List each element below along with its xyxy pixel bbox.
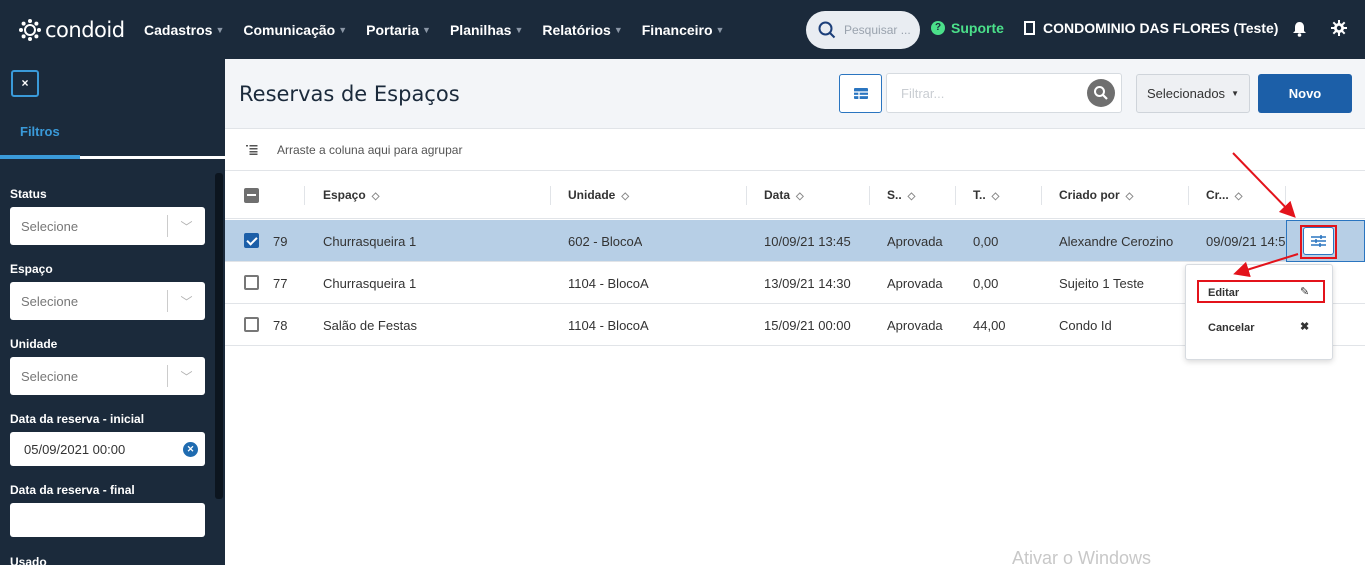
- nav-relatorios[interactable]: Relatórios ▼: [542, 22, 622, 38]
- nav-portaria[interactable]: Portaria ▼: [366, 22, 431, 38]
- close-icon[interactable]: ✖: [1300, 320, 1309, 333]
- row-actions-menu: Editar ✎ Cancelar ✖: [1185, 264, 1333, 360]
- sort-icon: ◇: [1234, 191, 1243, 202]
- clear-date-icon[interactable]: ✕: [183, 441, 198, 457]
- chevron-down-icon: ﹀: [180, 219, 193, 234]
- tab-divider: [80, 156, 225, 159]
- group-panel[interactable]: Arraste a coluna aqui para agrupar: [225, 129, 1365, 171]
- sort-icon: ◇: [1125, 191, 1134, 202]
- tab-active-indicator: [0, 155, 80, 159]
- nav-financeiro[interactable]: Financeiro ▼: [642, 22, 725, 38]
- chevron-down-icon: ▼: [613, 24, 623, 35]
- search-icon: [818, 21, 836, 39]
- help-icon: ?: [931, 21, 945, 35]
- main-content: Reservas de Espaços Filtrar... Seleciona…: [225, 59, 1365, 568]
- logo-text: condoid: [45, 17, 125, 42]
- data-final-label: Data da reserva - final: [10, 483, 135, 497]
- sort-icon: ◇: [621, 191, 630, 202]
- search-icon[interactable]: [1087, 79, 1115, 107]
- condo-name: CONDOMINIO DAS FLORES (Teste): [1043, 20, 1279, 36]
- table-row[interactable]: 79 Churrasqueira 1 602 - BlocoA 10/09/21…: [225, 220, 1365, 262]
- chevron-down-icon: ▼: [215, 24, 225, 35]
- nav-cadastros[interactable]: Cadastros ▼: [144, 22, 224, 38]
- support-link[interactable]: ? Suporte: [931, 20, 1004, 36]
- sort-icon: ◇: [371, 191, 380, 202]
- windows-activation-watermark: Ativar o Windows: [1012, 548, 1152, 568]
- data-inicial-label: Data da reserva - inicial: [10, 412, 145, 426]
- unidade-filter-select[interactable]: Selecione ﹀: [10, 357, 205, 395]
- nav-comunicacao[interactable]: Comunicação ▼: [243, 22, 347, 38]
- search-placeholder: Pesquisar ...: [844, 23, 911, 37]
- table-icon: [853, 88, 868, 99]
- row-checkbox[interactable]: [244, 275, 259, 290]
- sort-icon: ◇: [907, 191, 916, 202]
- annotation-box-actions: [1300, 225, 1337, 259]
- global-search-input[interactable]: Pesquisar ...: [806, 11, 920, 49]
- annotation-box-editar: [1197, 280, 1325, 303]
- chevron-down-icon: ﹀: [180, 294, 193, 309]
- col-criado-em[interactable]: Cr... ◇: [1206, 188, 1242, 202]
- unidade-filter-label: Unidade: [10, 337, 58, 351]
- chevron-down-icon: ﹀: [180, 369, 193, 384]
- logo-icon: [19, 18, 41, 41]
- col-data[interactable]: Data ◇: [764, 188, 804, 202]
- nav-planilhas[interactable]: Planilhas ▼: [450, 22, 523, 38]
- logo[interactable]: condoid: [18, 18, 144, 42]
- group-list-icon: [246, 144, 258, 155]
- col-total[interactable]: T.. ◇: [973, 188, 999, 202]
- data-inicial-input[interactable]: 05/09/2021 00:00 ✕: [10, 432, 205, 466]
- chevron-down-icon: ▼: [514, 24, 524, 35]
- selecionados-dropdown[interactable]: Selecionados ▼: [1136, 74, 1250, 113]
- chevron-down-icon: ▼: [338, 24, 348, 35]
- sort-icon: ◇: [991, 191, 1000, 202]
- usado-filter-label: Usado: [10, 555, 47, 569]
- data-final-input[interactable]: [10, 503, 205, 537]
- row-checkbox[interactable]: [244, 233, 259, 248]
- col-criado-por[interactable]: Criado por ◇: [1059, 188, 1133, 202]
- table-header: Espaço ◇ Unidade ◇ Data ◇ S.. ◇ T.. ◇ Criado …: [225, 171, 1365, 219]
- select-all-checkbox[interactable]: [244, 188, 259, 203]
- support-label: Suporte: [951, 20, 1004, 36]
- close-sidebar-button[interactable]: ×: [11, 70, 39, 97]
- sidebar-scrollbar[interactable]: [215, 173, 223, 499]
- group-hint: Arraste a coluna aqui para agrupar: [277, 142, 463, 157]
- page-header: Reservas de Espaços Filtrar... Seleciona…: [225, 59, 1365, 129]
- espaco-filter-select[interactable]: Selecione ﹀: [10, 282, 205, 320]
- condo-selector[interactable]: CONDOMINIO DAS FLORES (Teste): [1024, 20, 1278, 36]
- tab-filtros[interactable]: Filtros: [20, 124, 60, 139]
- bell-icon[interactable]: [1292, 21, 1307, 37]
- status-filter-label: Status: [10, 187, 47, 201]
- col-unidade[interactable]: Unidade ◇: [568, 188, 629, 202]
- page-title: Reservas de Espaços: [239, 82, 460, 106]
- filter-placeholder: Filtrar...: [901, 85, 945, 101]
- espaco-filter-label: Espaço: [10, 262, 53, 276]
- column-chooser-button[interactable]: [839, 74, 882, 113]
- filter-sidebar: × Filtros Status Selecione ﹀ Espaço Sele…: [0, 59, 225, 569]
- col-espaco[interactable]: Espaço ◇: [323, 188, 379, 202]
- status-filter-select[interactable]: Selecione ﹀: [10, 207, 205, 245]
- novo-button[interactable]: Novo: [1258, 74, 1352, 113]
- top-navbar: condoid Cadastros ▼ Comunicação ▼ Portaria…: [0, 0, 1365, 59]
- main-nav: Cadastros ▼ Comunicação ▼ Portaria ▼ Planil…: [144, 22, 743, 38]
- gear-icon[interactable]: [1331, 20, 1347, 36]
- caret-down-icon: ▼: [1231, 89, 1239, 98]
- table-filter-input[interactable]: Filtrar...: [886, 73, 1122, 113]
- sort-icon: ◇: [796, 191, 804, 202]
- menu-item-cancelar[interactable]: Cancelar: [1208, 322, 1254, 334]
- row-checkbox[interactable]: [244, 317, 259, 332]
- chevron-down-icon: ▼: [422, 24, 431, 35]
- col-status[interactable]: S.. ◇: [887, 188, 915, 202]
- building-icon: [1024, 21, 1035, 35]
- chevron-down-icon: ▼: [715, 24, 725, 35]
